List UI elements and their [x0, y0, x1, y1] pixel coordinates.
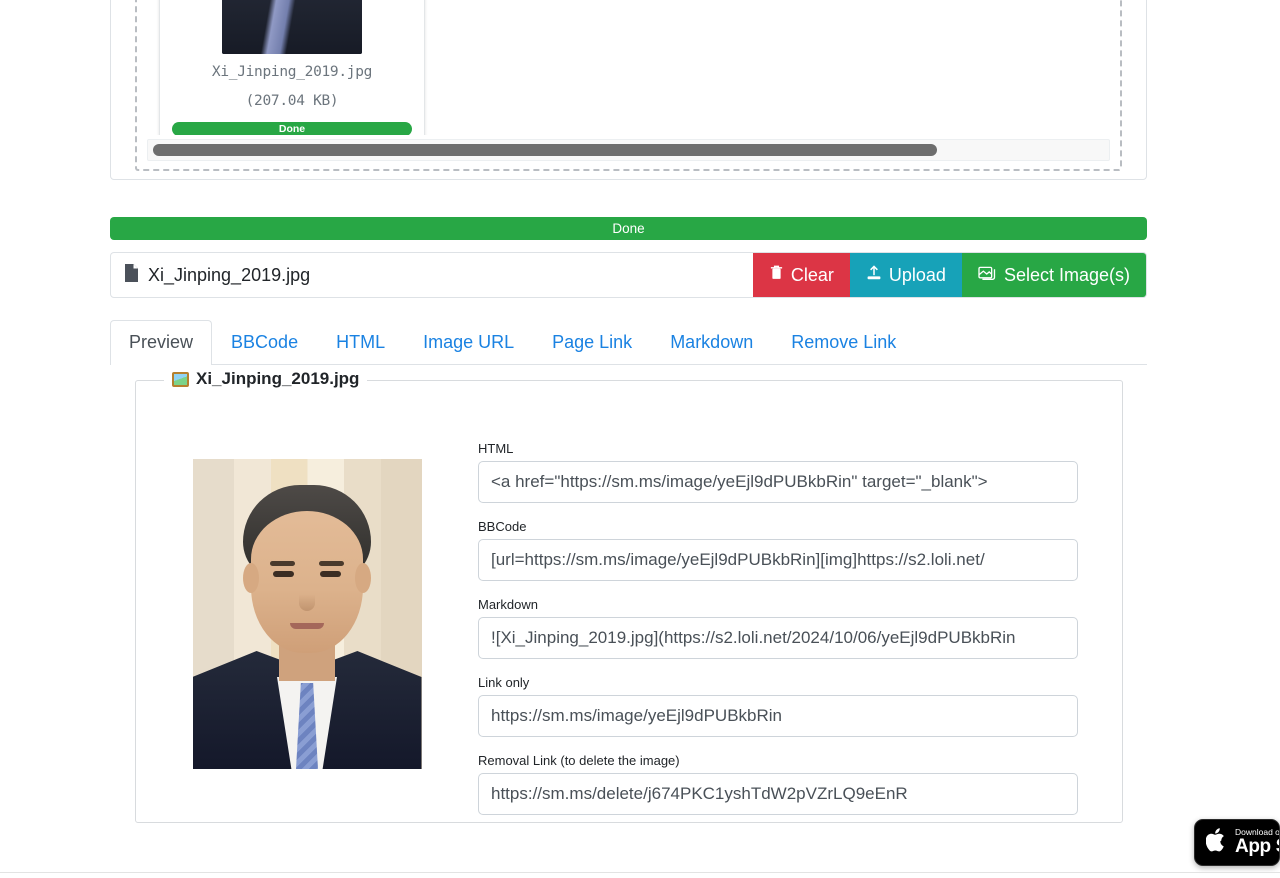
input-removal-link[interactable] — [478, 773, 1078, 815]
app-store-badge-text: Download on the App Store — [1235, 828, 1279, 857]
upload-icon — [866, 264, 882, 286]
tab-markdown[interactable]: Markdown — [651, 320, 772, 365]
field-group-html: HTML — [478, 441, 1078, 503]
thumbnail-file-size: (207.04 KB) — [245, 93, 339, 110]
thumbnail-image — [222, 0, 362, 54]
input-html[interactable] — [478, 461, 1078, 503]
result-panel-legend: Xi_Jinping_2019.jpg — [164, 369, 368, 389]
result-panel-legend-text: Xi_Jinping_2019.jpg — [196, 369, 360, 388]
horizontal-scrollbar-thumb[interactable] — [153, 144, 937, 156]
upload-button[interactable]: Upload — [849, 253, 962, 297]
tab-html[interactable]: HTML — [317, 320, 404, 365]
preview-column — [136, 411, 478, 822]
horizontal-scrollbar[interactable] — [147, 139, 1110, 161]
tab-bbcode[interactable]: BBCode — [212, 320, 317, 365]
label-removal-link: Removal Link (to delete the image) — [478, 753, 680, 768]
label-markdown: Markdown — [478, 597, 538, 612]
field-group-removal-link: Removal Link (to delete the image) — [478, 753, 1078, 815]
select-images-button-label: Select Image(s) — [1003, 264, 1130, 285]
select-images-button[interactable]: Select Image(s) — [961, 253, 1146, 297]
result-panel: Xi_Jinping_2019.jpg HTML <a href="https:… — [135, 369, 1123, 823]
input-link-only[interactable] — [478, 695, 1078, 737]
result-tabs: Preview BBCode HTML Image URL Page Link … — [110, 318, 1147, 365]
picture-icon — [172, 371, 189, 387]
images-icon — [978, 264, 997, 286]
app-store-badge[interactable]: Download on the App Store — [1194, 819, 1280, 866]
selected-file-display[interactable]: Xi_Jinping_2019.jpg — [111, 253, 753, 297]
input-markdown[interactable] — [478, 617, 1078, 659]
label-bbcode: BBCode — [478, 519, 527, 534]
document-icon — [124, 263, 139, 288]
thumbnail-card[interactable]: Xi_Jinping_2019.jpg (207.04 KB) Done — [159, 0, 425, 135]
tab-page-link[interactable]: Page Link — [533, 320, 651, 365]
label-link-only: Link only — [478, 675, 530, 690]
clear-button[interactable]: Clear — [752, 253, 850, 297]
thumbnail-progress-bar: Done — [172, 122, 412, 135]
apple-logo-icon — [1205, 827, 1228, 858]
clear-button-label: Clear — [790, 264, 834, 285]
trash-icon — [769, 264, 784, 286]
preview-image — [192, 459, 422, 769]
field-group-bbcode: BBCode — [478, 519, 1078, 581]
result-fields-column: HTML BBCode Markdown Link only Removal L… — [478, 411, 1122, 822]
input-bbcode[interactable] — [478, 539, 1078, 581]
tab-image-url[interactable]: Image URL — [404, 320, 533, 365]
label-html: HTML — [478, 441, 514, 456]
field-group-markdown: Markdown — [478, 597, 1078, 659]
file-input-row: Xi_Jinping_2019.jpg Clear Upload Select … — [110, 252, 1147, 298]
app-store-badge-big-text: App Store — [1235, 835, 1279, 857]
tab-remove-link[interactable]: Remove Link — [772, 320, 915, 365]
dropzone-card: Xi_Jinping_2019.jpg (207.04 KB) Done — [110, 0, 1147, 180]
thumbnail-file-name: Xi_Jinping_2019.jpg — [211, 64, 373, 80]
tab-preview[interactable]: Preview — [110, 320, 213, 365]
dropzone-dashed-area[interactable]: Xi_Jinping_2019.jpg (207.04 KB) Done — [135, 0, 1122, 171]
global-progress-bar: Done — [110, 217, 1147, 240]
upload-button-label: Upload — [888, 264, 946, 285]
selected-file-name: Xi_Jinping_2019.jpg — [148, 264, 311, 285]
thumbnail-scroll-area: Xi_Jinping_2019.jpg (207.04 KB) Done — [147, 0, 1110, 135]
result-panel-body: HTML BBCode Markdown Link only Removal L… — [136, 411, 1122, 822]
page-bottom-divider — [0, 872, 1280, 873]
field-group-link-only: Link only — [478, 675, 1078, 737]
